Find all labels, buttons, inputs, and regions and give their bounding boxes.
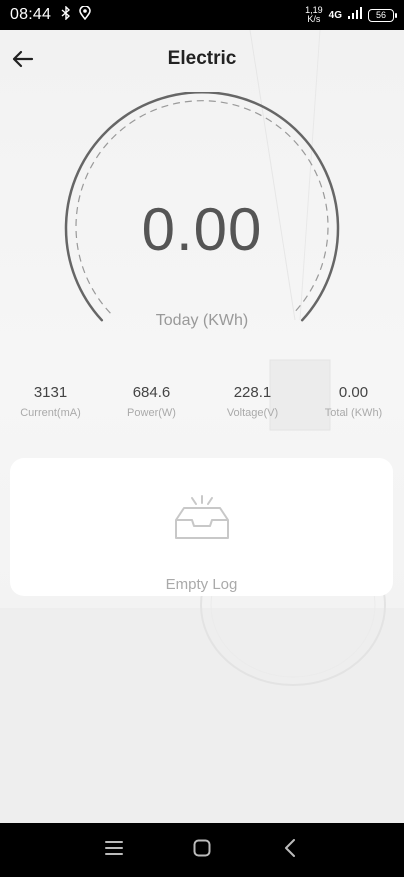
stat-value: 0.00 bbox=[338, 384, 369, 401]
stat-total: 0.00 Total (KWh) bbox=[303, 384, 404, 419]
network-type: 4G bbox=[328, 9, 342, 21]
menu-icon bbox=[105, 840, 123, 860]
empty-tray-icon bbox=[174, 494, 230, 547]
gauge-label: Today (KWh) bbox=[155, 312, 249, 329]
navigation-bar bbox=[0, 823, 404, 877]
gauge-value: 0.00 bbox=[141, 196, 263, 263]
location-icon bbox=[79, 4, 91, 25]
nav-back-button[interactable] bbox=[270, 830, 310, 870]
empty-log-text: Empty Log bbox=[165, 576, 238, 593]
network-speed-unit: K/s bbox=[307, 14, 321, 24]
page-title: Electric bbox=[167, 48, 237, 69]
stat-power: 684.6 Power(W) bbox=[101, 384, 202, 419]
nav-home-button[interactable] bbox=[182, 830, 222, 870]
stat-value: 3131 bbox=[33, 384, 68, 401]
stat-label: Current(mA) bbox=[20, 407, 81, 419]
stat-label: Total (KWh) bbox=[324, 407, 383, 419]
stat-current: 3131 Current(mA) bbox=[0, 384, 101, 419]
status-right: 1,19 K/s 4G 56 bbox=[305, 6, 397, 24]
bluetooth-icon bbox=[61, 4, 71, 25]
chevron-left-icon bbox=[284, 838, 296, 862]
status-left-icons bbox=[61, 4, 91, 25]
stat-label: Power(W) bbox=[127, 407, 176, 419]
home-icon bbox=[193, 839, 211, 862]
status-bar: 08:44 1,19 K/s 4G 56 bbox=[0, 0, 404, 30]
stat-voltage: 228.1 Voltage(V) bbox=[202, 384, 303, 419]
log-card[interactable]: Empty Log bbox=[10, 458, 393, 596]
stat-value: 684.6 bbox=[132, 384, 171, 401]
background-bottom bbox=[0, 608, 404, 823]
stat-label: Voltage(V) bbox=[226, 407, 279, 419]
status-time: 08:44 bbox=[10, 6, 52, 23]
stats-row: 3131 Current(mA) 684.6 Power(W) 228.1 Vo… bbox=[0, 384, 404, 419]
network-speed: 1,19 K/s bbox=[305, 6, 323, 24]
stat-value: 228.1 bbox=[233, 384, 272, 401]
signal-icon bbox=[348, 6, 362, 24]
battery-icon: 56 bbox=[368, 8, 397, 22]
nav-menu-button[interactable] bbox=[94, 830, 134, 870]
